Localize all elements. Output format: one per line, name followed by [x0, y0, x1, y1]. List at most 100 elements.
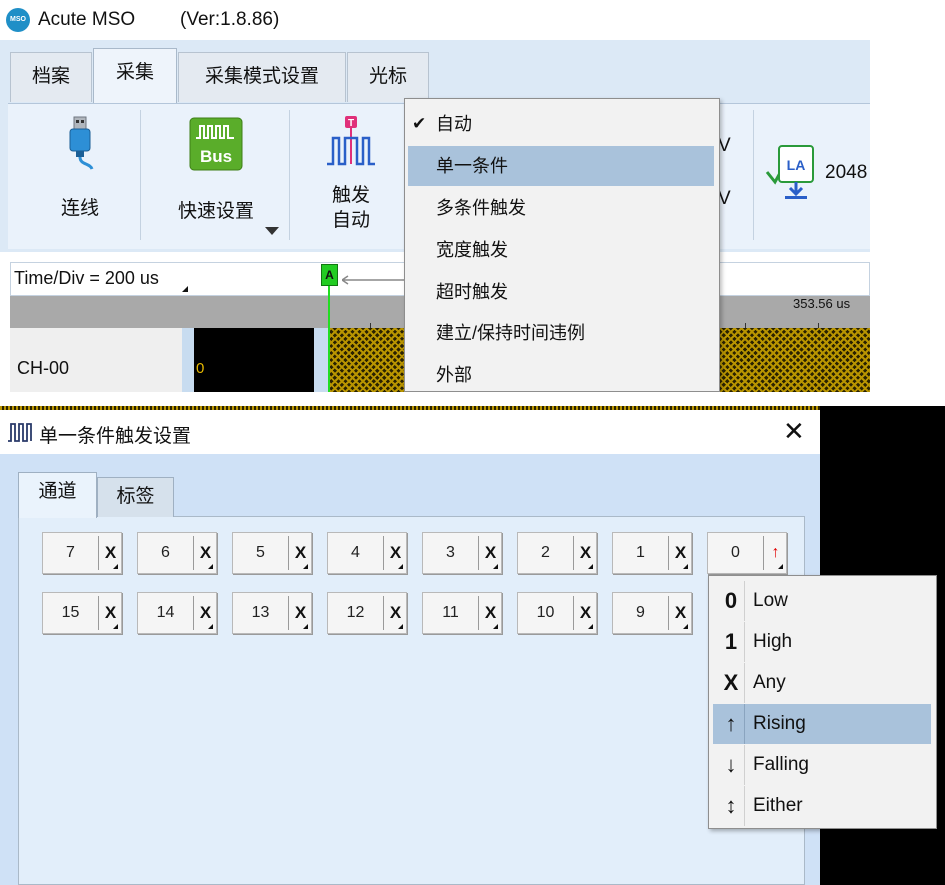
- tab-file[interactable]: 档案: [10, 52, 92, 102]
- channel-number: 15: [61, 604, 80, 621]
- trigger-icon: T: [327, 116, 375, 166]
- ribbon-separator: [753, 110, 754, 240]
- channel-button-13[interactable]: 13 X: [232, 592, 312, 634]
- la-download-icon: LA: [765, 145, 814, 199]
- state-label: Rising: [753, 713, 806, 734]
- channel-number: 1: [636, 544, 645, 561]
- any-icon: X: [723, 670, 739, 695]
- channel-number: 3: [446, 544, 455, 561]
- trigger-waveform-icon: [8, 423, 32, 442]
- trigger-mode-label: 自动: [331, 210, 370, 231]
- svg-text:LA: LA: [787, 157, 806, 173]
- state-item-low[interactable]: 0 Low: [713, 581, 931, 621]
- channel-number: 7: [66, 544, 75, 561]
- app-version: (Ver:1.8.86): [180, 9, 280, 30]
- bus-icon: Bus: [189, 117, 243, 171]
- channel-number: 2: [541, 544, 550, 561]
- state-dropdown-icon: [493, 564, 498, 569]
- low-icon: 0: [724, 588, 738, 613]
- rising-arrow-icon: ↑: [725, 711, 737, 736]
- ribbon-separator: [140, 110, 141, 240]
- trigger-label: 触发: [331, 185, 370, 206]
- channel-number: 6: [161, 544, 170, 561]
- tab-acquire[interactable]: 采集: [93, 48, 177, 104]
- channel-button-7[interactable]: 7X: [42, 532, 122, 574]
- channel-button-12[interactable]: 12 X: [327, 592, 407, 634]
- cursor-a-marker[interactable]: A: [321, 264, 338, 286]
- menu-item-setup-hold[interactable]: 建立/保持时间违例: [404, 313, 714, 353]
- cursor-arrow-icon: [341, 272, 407, 285]
- svg-text:Bus: Bus: [200, 147, 232, 166]
- state-item-rising[interactable]: ↑ Rising: [713, 704, 931, 744]
- time-div-dropdown-icon[interactable]: [182, 286, 188, 292]
- channel-button-6[interactable]: 6X: [137, 532, 217, 574]
- ruler-time-label: 353.56 us: [793, 296, 851, 311]
- menu-item-single-condition[interactable]: 单一条件: [408, 146, 714, 186]
- channel-number: 4: [351, 544, 360, 561]
- usb-icon: [69, 116, 94, 170]
- menu-item-width-trigger[interactable]: 宽度触发: [404, 230, 714, 270]
- tab-channel[interactable]: 通道: [18, 472, 97, 518]
- channel-button-9[interactable]: 9X: [612, 592, 692, 634]
- menu-item-timeout-trigger[interactable]: 超时触发: [404, 272, 714, 312]
- state-label: Low: [753, 590, 788, 611]
- channel-button-3[interactable]: 3X: [422, 532, 502, 574]
- close-icon[interactable]: ✕: [783, 418, 805, 444]
- state-dropdown-icon: [398, 564, 403, 569]
- channel-button-1[interactable]: 1X: [612, 532, 692, 574]
- state-item-falling[interactable]: ↓ Falling: [713, 745, 931, 785]
- app-window: MSO Acute MSO (Ver:1.8.86) 档案 采集 采集模式设置 …: [0, 0, 870, 392]
- falling-arrow-icon: ↓: [725, 752, 737, 777]
- state-item-either[interactable]: ↕ Either: [713, 786, 931, 826]
- menu-item-multi-condition[interactable]: 多条件触发: [404, 188, 714, 228]
- channel-button-0[interactable]: 0 ↑: [707, 532, 787, 574]
- app-logo-icon: MSO: [6, 8, 30, 32]
- state-label: High: [753, 631, 793, 652]
- state-dropdown-icon: [683, 624, 688, 629]
- either-arrow-icon: ↕: [725, 793, 737, 818]
- dialog-title: 单一条件触发设置: [39, 426, 192, 447]
- state-dropdown-icon: [588, 624, 593, 629]
- svg-text:T: T: [348, 118, 354, 129]
- channel-button-14[interactable]: 14 X: [137, 592, 217, 634]
- state-label: Falling: [753, 754, 809, 775]
- state-dropdown-icon: [398, 624, 403, 629]
- tab-cursor[interactable]: 光标: [347, 52, 429, 102]
- channel-number: 5: [256, 544, 265, 561]
- channel-number: 10: [536, 604, 555, 621]
- channel-number: 9: [636, 604, 645, 621]
- menu-item-external[interactable]: 外部: [404, 355, 714, 392]
- channel-button-11[interactable]: 11 X: [422, 592, 502, 634]
- state-dropdown-icon: [113, 624, 118, 629]
- channel-button-15[interactable]: 15 X: [42, 592, 122, 634]
- state-item-any[interactable]: X Any: [713, 663, 931, 703]
- channel-number: 12: [346, 604, 365, 621]
- channel-strip: [182, 328, 194, 392]
- state-dropdown-icon: [303, 564, 308, 569]
- la-memory-button[interactable]: LA: [763, 142, 818, 202]
- channel-number: 13: [251, 604, 270, 621]
- tab-acquire-mode[interactable]: 采集模式设置: [178, 52, 346, 102]
- state-label: Either: [753, 795, 803, 816]
- channel-button-10[interactable]: 10 X: [517, 592, 597, 634]
- channel-button-4[interactable]: 4X: [327, 532, 407, 574]
- channel-name[interactable]: CH-00: [17, 358, 69, 379]
- state-dropdown-icon: [303, 624, 308, 629]
- channel-number: 11: [442, 604, 459, 621]
- app-title: Acute MSO: [38, 9, 136, 30]
- tab-label[interactable]: 标签: [97, 477, 174, 517]
- connect-label: 连线: [60, 198, 99, 219]
- time-div-label[interactable]: Time/Div = 200 us: [14, 268, 159, 289]
- state-dropdown-icon: [683, 564, 688, 569]
- state-item-high[interactable]: 1 High: [713, 622, 931, 662]
- state-dropdown-icon: [208, 564, 213, 569]
- high-icon: 1: [724, 629, 738, 654]
- menu-item-auto[interactable]: 自动: [404, 104, 714, 144]
- cursor-a-line[interactable]: [328, 282, 330, 392]
- channel-button-2[interactable]: 2X: [517, 532, 597, 574]
- channel-button-5[interactable]: 5X: [232, 532, 312, 574]
- state-dropdown-icon: [208, 624, 213, 629]
- waveform-low-region: [194, 328, 314, 392]
- quick-setup-dropdown-arrow-icon[interactable]: [265, 227, 279, 235]
- la-memory-value: 2048: [825, 162, 868, 183]
